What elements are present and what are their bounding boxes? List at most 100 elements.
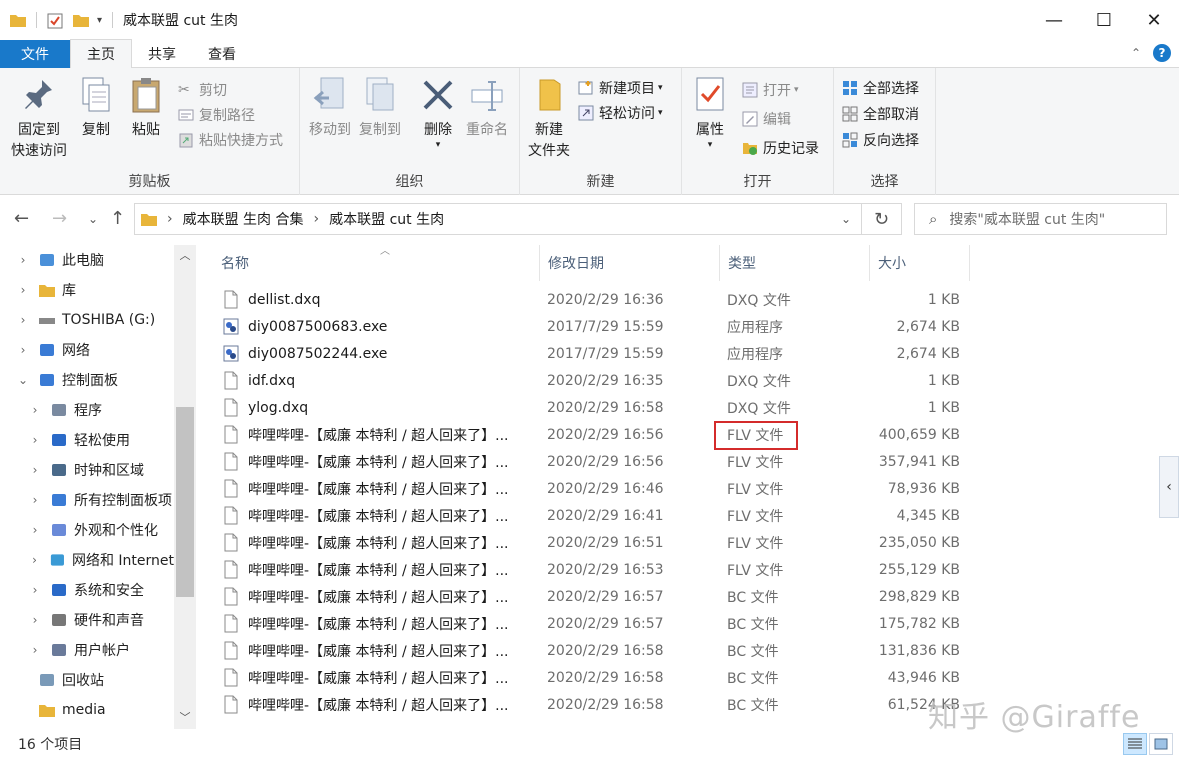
paste-button[interactable]: 粘贴 bbox=[126, 76, 166, 141]
nav-tree-item[interactable]: › 程序 bbox=[0, 395, 174, 425]
nav-tree-item[interactable]: › 外观和个性化 bbox=[0, 515, 174, 545]
open-button[interactable]: 打开 ▾ bbox=[742, 78, 799, 102]
copy-path-button[interactable]: 复制路径 bbox=[178, 103, 255, 127]
table-row[interactable]: 哔哩哔哩-【威廉 本特利 / 超人回来了】... 2020/2/29 16:57 B… bbox=[205, 610, 975, 637]
table-row[interactable]: 哔哩哔哩-【威廉 本特利 / 超人回来了】... 2020/2/29 16:58 B… bbox=[205, 691, 975, 718]
table-row[interactable]: diy0087502244.exe 2017/7/29 15:59 应用程序 2,67… bbox=[205, 340, 975, 367]
table-row[interactable]: 哔哩哔哩-【威廉 本特利 / 超人回来了】... 2020/2/29 16:53 F… bbox=[205, 556, 975, 583]
table-row[interactable]: 哔哩哔哩-【威廉 本特利 / 超人回来了】... 2020/2/29 16:41 F… bbox=[205, 502, 975, 529]
chevron-right-icon[interactable]: › bbox=[28, 433, 42, 447]
nav-tree-item[interactable]: › 所有控制面板项 bbox=[0, 485, 174, 515]
column-header-type[interactable]: 类型 bbox=[720, 245, 870, 281]
chevron-right-icon[interactable]: › bbox=[28, 553, 41, 567]
edit-button[interactable]: 编辑 bbox=[742, 107, 791, 131]
chevron-right-icon[interactable]: › bbox=[28, 463, 42, 477]
chevron-right-icon[interactable]: › bbox=[16, 313, 30, 327]
chevron-right-icon[interactable]: › bbox=[28, 583, 42, 597]
easy-access-button[interactable]: 轻松访问 ▾ bbox=[578, 101, 663, 125]
edit-label: 编辑 bbox=[763, 112, 791, 128]
column-header-size[interactable]: 大小 bbox=[870, 245, 970, 281]
column-header-name[interactable]: 名称 ︿ bbox=[213, 245, 540, 281]
table-row[interactable]: diy0087500683.exe 2017/7/29 15:59 应用程序 2,67… bbox=[205, 313, 975, 340]
tab-share[interactable]: 共享 bbox=[132, 40, 192, 68]
table-row[interactable]: ylog.dxq 2020/2/29 16:58 DXQ 文件 1 KB bbox=[205, 394, 975, 421]
nav-tree-item[interactable]: 回收站 bbox=[0, 665, 174, 695]
up-arrow-icon[interactable]: ↑ bbox=[110, 208, 125, 229]
move-to-button[interactable]: 移动到 bbox=[306, 76, 354, 141]
pin-quick-access-button[interactable]: 固定到 快速访问 bbox=[8, 76, 70, 162]
nav-tree-item[interactable]: › 库 bbox=[0, 275, 174, 305]
select-none-button[interactable]: 全部取消 bbox=[842, 102, 919, 126]
delete-button[interactable]: 删除 ▾ bbox=[418, 76, 458, 150]
collapse-ribbon-icon[interactable]: ⌃ bbox=[1131, 46, 1141, 60]
nav-scrollbar[interactable]: ︿ ﹀ bbox=[174, 245, 196, 729]
nav-tree-item[interactable]: › 系统和安全 bbox=[0, 575, 174, 605]
address-dropdown-icon[interactable]: ⌄ bbox=[841, 212, 851, 226]
details-view-button[interactable] bbox=[1123, 733, 1147, 755]
chevron-right-icon[interactable]: › bbox=[28, 493, 42, 507]
invert-selection-button[interactable]: 反向选择 bbox=[842, 128, 919, 152]
cut-button[interactable]: ✂ 剪切 bbox=[178, 78, 227, 102]
table-row[interactable]: 哔哩哔哩-【威廉 本特利 / 超人回来了】... 2020/2/29 16:51 F… bbox=[205, 529, 975, 556]
refresh-button[interactable]: ↻ bbox=[862, 203, 902, 235]
forward-arrow-icon[interactable]: → bbox=[52, 208, 67, 229]
tab-view[interactable]: 查看 bbox=[192, 40, 252, 68]
properties-quick-icon[interactable] bbox=[47, 13, 63, 29]
scroll-thumb[interactable] bbox=[176, 407, 194, 597]
breadcrumb-item[interactable]: 威本联盟 生肉 合集 bbox=[183, 209, 304, 229]
chevron-right-icon[interactable]: › bbox=[28, 523, 42, 537]
help-icon[interactable]: ? bbox=[1153, 44, 1171, 62]
chevron-right-icon[interactable]: › bbox=[28, 613, 42, 627]
new-folder-quick-icon[interactable] bbox=[73, 13, 89, 27]
chevron-right-icon[interactable]: › bbox=[16, 253, 30, 267]
close-button[interactable]: ✕ bbox=[1129, 0, 1179, 40]
new-folder-button[interactable]: 新建 文件夹 bbox=[524, 76, 574, 162]
chevron-right-icon[interactable]: › bbox=[16, 343, 30, 357]
back-arrow-icon[interactable]: ← bbox=[14, 208, 29, 229]
new-item-button[interactable]: 新建项目 ▾ bbox=[578, 76, 663, 100]
rename-button[interactable]: 重命名 bbox=[462, 76, 512, 141]
nav-tree-item[interactable]: media bbox=[0, 695, 174, 725]
history-button[interactable]: 历史记录 bbox=[742, 136, 819, 160]
address-bar[interactable]: › 威本联盟 生肉 合集 › 威本联盟 cut 生肉 ⌄ bbox=[134, 203, 862, 235]
table-row[interactable]: 哔哩哔哩-【威廉 本特利 / 超人回来了】... 2020/2/29 16:58 B… bbox=[205, 637, 975, 664]
table-row[interactable]: 哔哩哔哩-【威廉 本特利 / 超人回来了】... 2020/2/29 16:57 B… bbox=[205, 583, 975, 610]
column-header-date[interactable]: 修改日期 bbox=[540, 245, 720, 281]
breadcrumb-item[interactable]: 威本联盟 cut 生肉 bbox=[329, 209, 444, 229]
quick-access-dropdown-icon[interactable]: ▾ bbox=[97, 15, 102, 26]
chevron-right-icon[interactable]: › bbox=[28, 403, 42, 417]
nav-tree-item[interactable]: › 网络和 Internet bbox=[0, 545, 174, 575]
minimize-button[interactable]: — bbox=[1029, 0, 1079, 40]
chevron-right-icon[interactable]: › bbox=[28, 643, 42, 657]
nav-tree-item[interactable]: › 轻松使用 bbox=[0, 425, 174, 455]
tab-home[interactable]: 主页 bbox=[70, 39, 132, 68]
paste-shortcut-button[interactable]: 粘贴快捷方式 bbox=[178, 128, 283, 152]
chevron-right-icon[interactable]: › bbox=[16, 283, 30, 297]
scroll-up-icon[interactable]: ︿ bbox=[174, 245, 196, 267]
table-row[interactable]: 哔哩哔哩-【威廉 本特利 / 超人回来了】... 2020/2/29 16:56 F… bbox=[205, 421, 975, 448]
table-row[interactable]: 哔哩哔哩-【威廉 本特利 / 超人回来了】... 2020/2/29 16:56 F… bbox=[205, 448, 975, 475]
nav-tree-item[interactable]: › 此电脑 bbox=[0, 245, 174, 275]
copy-button[interactable]: 复制 bbox=[76, 76, 116, 141]
select-all-button[interactable]: 全部选择 bbox=[842, 76, 919, 100]
properties-button[interactable]: 属性 ▾ bbox=[690, 76, 730, 150]
table-row[interactable]: 哔哩哔哩-【威廉 本特利 / 超人回来了】... 2020/2/29 16:58 B… bbox=[205, 664, 975, 691]
large-icons-view-button[interactable] bbox=[1149, 733, 1173, 755]
nav-tree-item[interactable]: › 时钟和区域 bbox=[0, 455, 174, 485]
nav-tree-item[interactable]: › 用户帐户 bbox=[0, 635, 174, 665]
table-row[interactable]: idf.dxq 2020/2/29 16:35 DXQ 文件 1 KB bbox=[205, 367, 975, 394]
maximize-button[interactable]: ☐ bbox=[1079, 0, 1129, 40]
table-row[interactable]: dellist.dxq 2020/2/29 16:36 DXQ 文件 1 KB bbox=[205, 286, 975, 313]
nav-tree-item[interactable]: › 网络 bbox=[0, 335, 174, 365]
tab-file[interactable]: 文件 bbox=[0, 39, 70, 68]
nav-tree-item[interactable]: › TOSHIBA (G:) bbox=[0, 305, 174, 335]
nav-tree-item[interactable]: › 硬件和声音 bbox=[0, 605, 174, 635]
table-row[interactable]: 哔哩哔哩-【威廉 本特利 / 超人回来了】... 2020/2/29 16:46 F… bbox=[205, 475, 975, 502]
collapse-pane-button[interactable]: ‹ bbox=[1159, 456, 1179, 518]
scroll-down-icon[interactable]: ﹀ bbox=[174, 707, 196, 729]
copy-to-button[interactable]: 复制到 bbox=[356, 76, 404, 141]
nav-tree-item[interactable]: ⌄ 控制面板 bbox=[0, 365, 174, 395]
recent-locations-icon[interactable]: ⌄ bbox=[88, 212, 98, 226]
search-input[interactable]: ⌕ 搜索"威本联盟 cut 生肉" bbox=[914, 203, 1167, 235]
chevron-down-icon[interactable]: ⌄ bbox=[16, 373, 30, 387]
